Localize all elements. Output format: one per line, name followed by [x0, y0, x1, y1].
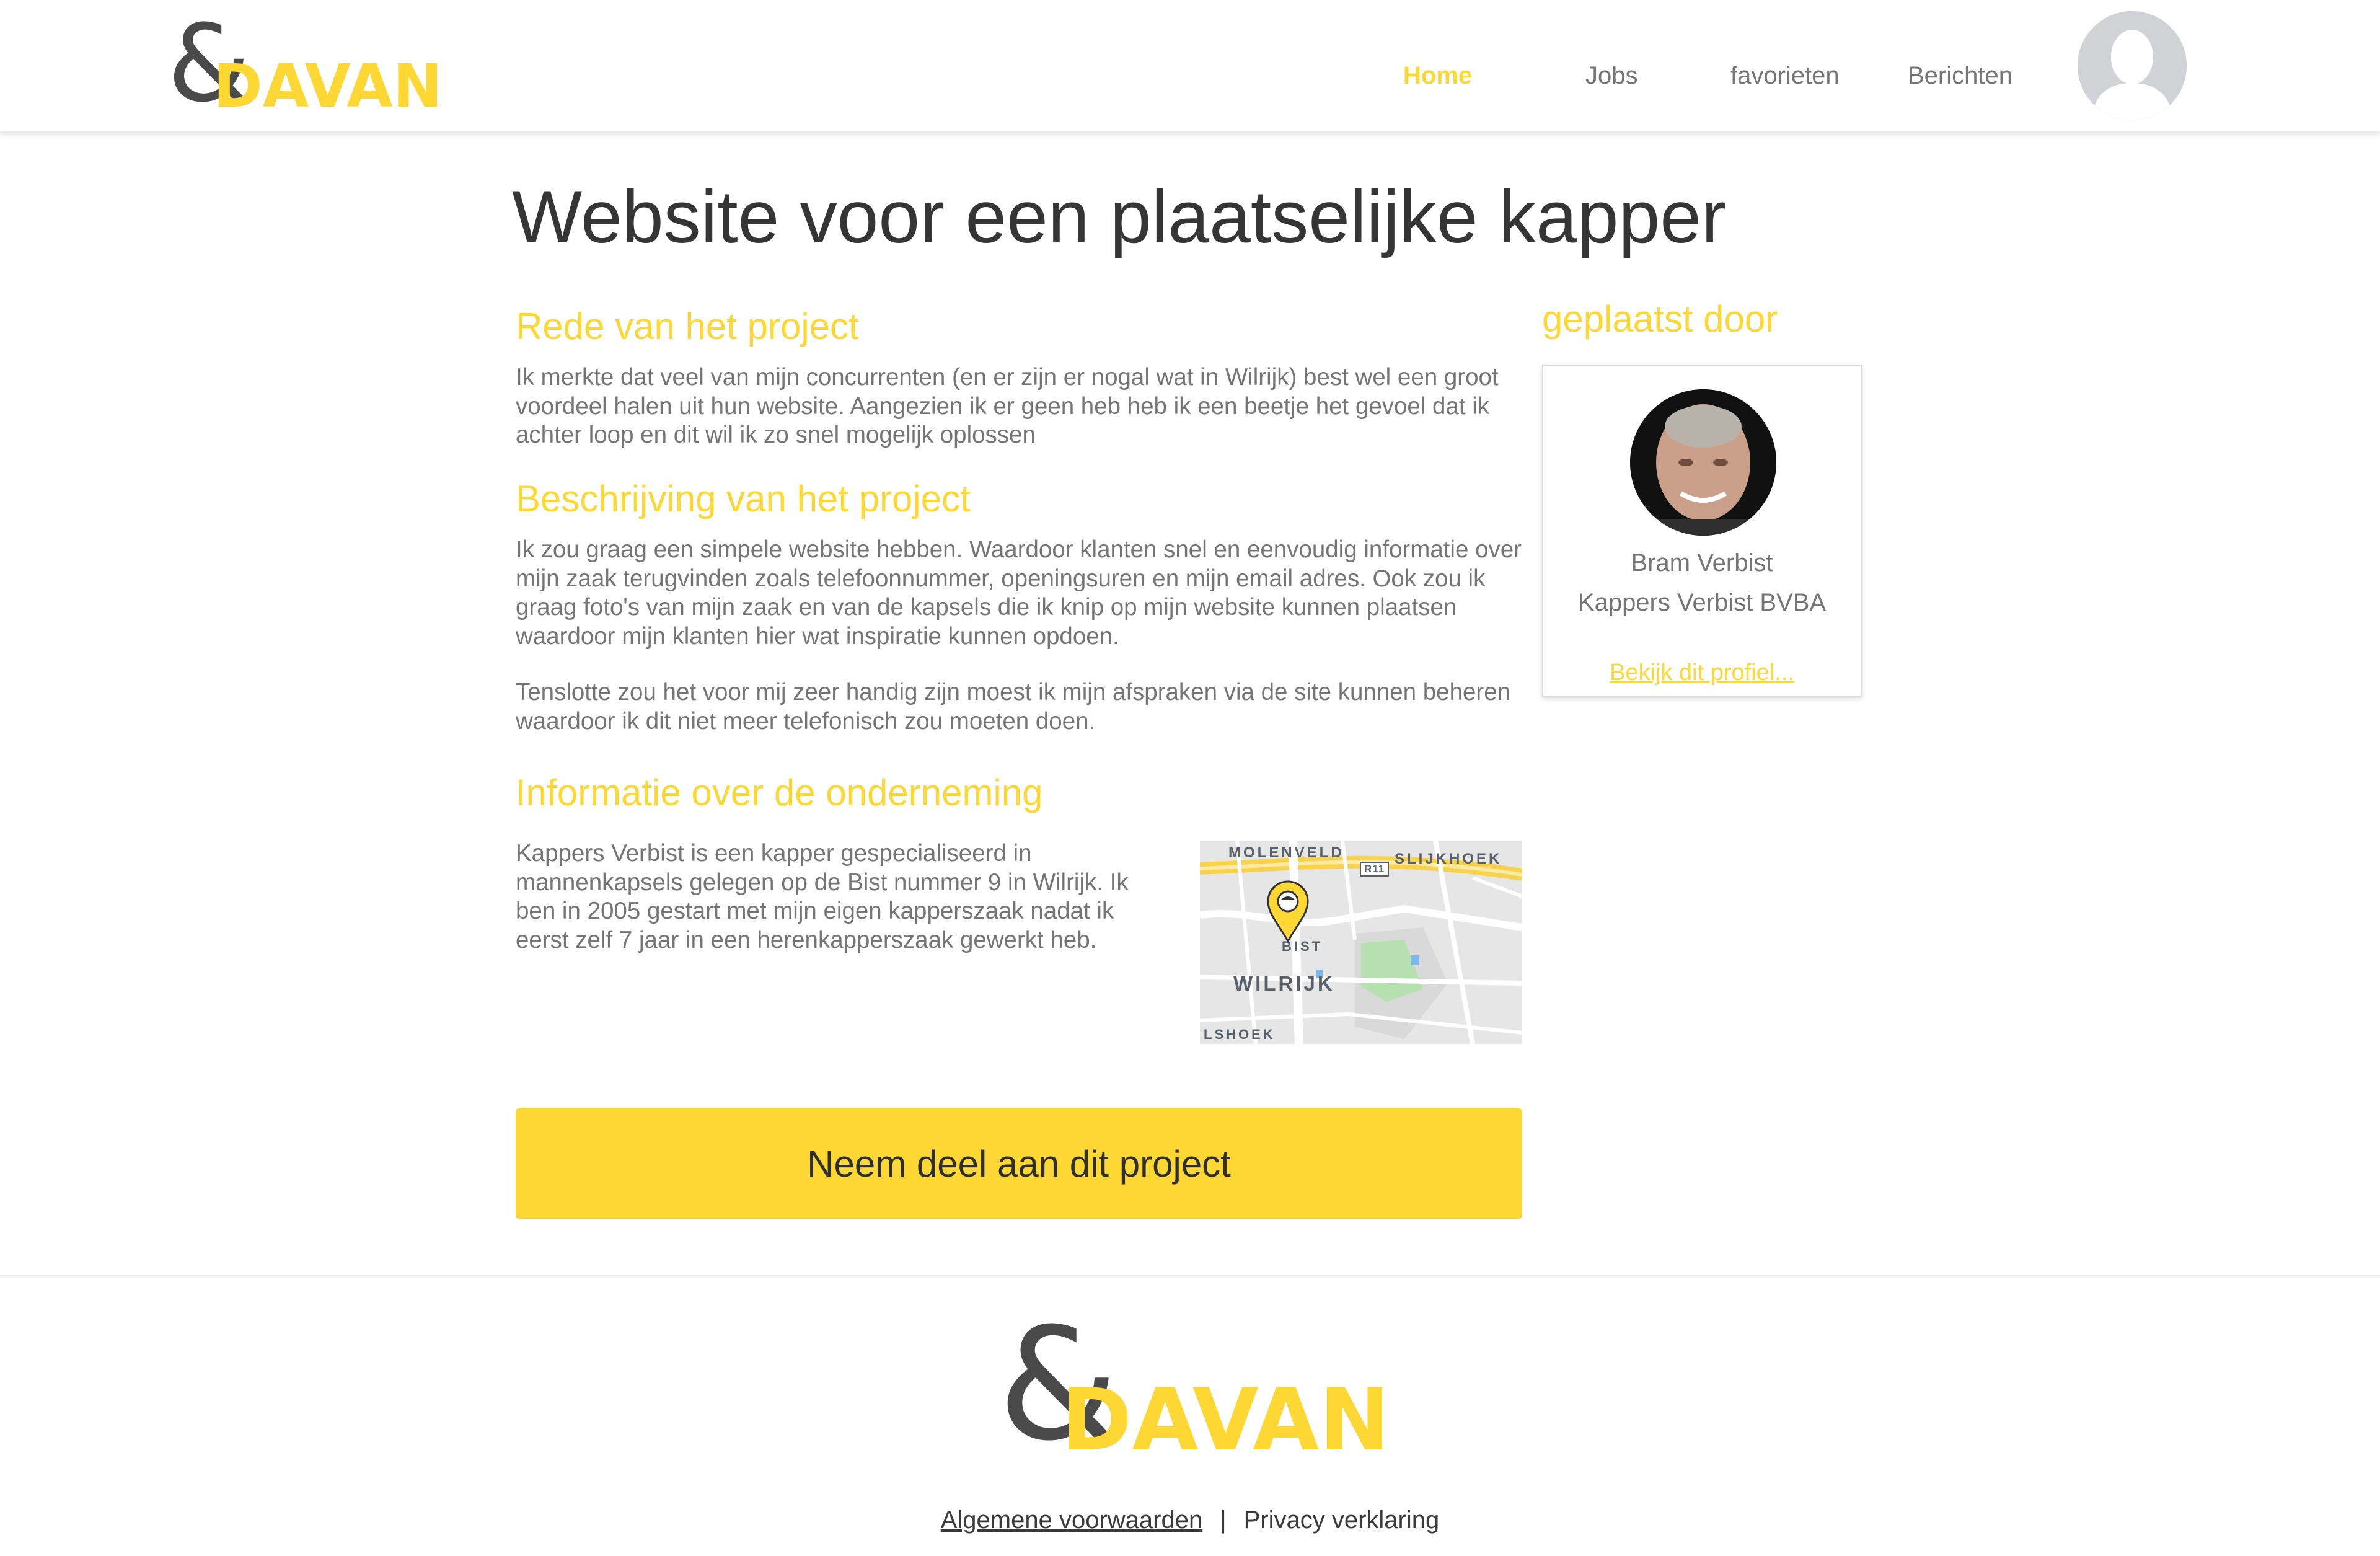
map-label-r11: R11	[1360, 862, 1390, 877]
footer-logo-wordmark: DAVANT	[1061, 1370, 1382, 1457]
section-text-beschrijving-1: Ik zou graag een simpele website hebben.…	[516, 536, 1522, 650]
profile-company: Kappers Verbist BVBA	[1577, 589, 1827, 616]
nav-jobs[interactable]: Jobs	[1585, 61, 1638, 91]
logo-wordmark: DAVANT	[213, 51, 440, 113]
footer-davant-logo[interactable]: & DAVANT	[998, 1314, 1382, 1457]
section-text-rede: Ik merkte dat veel van mijn concurrenten…	[516, 364, 1499, 448]
map-label-molenveld: MOLENVELD	[1228, 844, 1344, 861]
terms-link[interactable]: Algemene voorwaarden	[941, 1506, 1202, 1534]
nav-home[interactable]: Home	[1403, 61, 1472, 91]
section-text-informatie: Kappers Verbist is een kapper gespeciali…	[516, 840, 1129, 953]
map-label-slijkhoek: SLIJKHOEK	[1395, 851, 1502, 867]
page-title: Website voor een plaatselijke kapper	[512, 175, 1726, 259]
top-navbar: & DAVANT Home Jobs favorieten Berichten	[0, 0, 2380, 131]
section-heading-informatie: Informatie over de onderneming	[516, 772, 1043, 813]
section-heading-rede: Rede van het project	[516, 306, 859, 347]
nav-berichten[interactable]: Berichten	[1908, 61, 2012, 91]
section-text-beschrijving-2: Tenslotte zou het voor mij zeer handig z…	[516, 679, 1511, 735]
view-profile-link[interactable]: Bekijk dit profiel...	[1543, 658, 1861, 687]
davant-logo[interactable]: & DAVANT	[167, 14, 440, 113]
user-avatar-icon[interactable]	[2078, 11, 2187, 120]
section-heading-beschrijving: Beschrijving van het project	[516, 478, 971, 519]
nav-favorieten[interactable]: favorieten	[1730, 61, 1840, 91]
profile-name: Bram Verbist	[1631, 549, 1773, 577]
posted-by-heading: geplaatst door	[1542, 298, 1778, 340]
footer-separator: |	[1220, 1506, 1227, 1534]
map-label-lshoek: LSHOEK	[1204, 1027, 1276, 1042]
join-project-button[interactable]: Neem deel aan dit project	[516, 1108, 1522, 1219]
map-label-wilrijk: WILRIJK	[1233, 972, 1335, 995]
profile-photo[interactable]	[1630, 389, 1776, 536]
map-pin-icon[interactable]	[1266, 879, 1310, 944]
footer-divider	[0, 1275, 2380, 1278]
location-map[interactable]: MOLENVELD SLIJKHOEK R11 BIST WILRIJK LSH…	[1200, 841, 1522, 1044]
footer-links: Algemene voorwaarden | Privacy verklaring	[0, 1505, 2380, 1535]
privacy-link[interactable]: Privacy verklaring	[1244, 1506, 1440, 1534]
profile-card: Bram Verbist Kappers Verbist BVBA Bekijk…	[1542, 365, 1862, 697]
